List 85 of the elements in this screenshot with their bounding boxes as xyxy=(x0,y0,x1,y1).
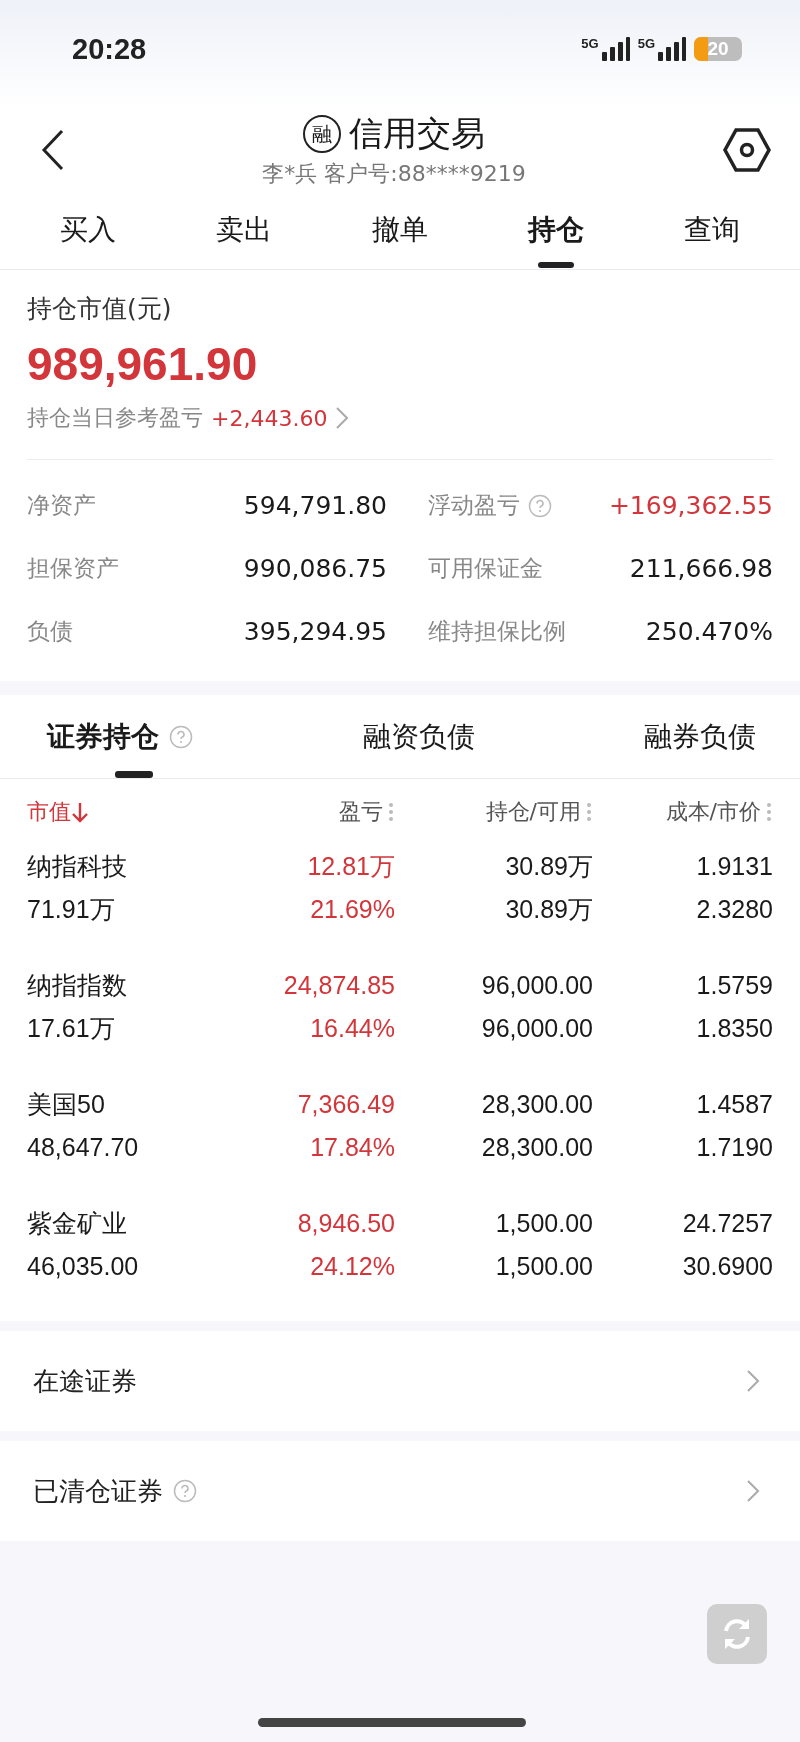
metric-label: 担保资产 xyxy=(27,554,119,583)
column-header[interactable]: 市值 xyxy=(27,797,89,827)
table-cell-text: 30.89万 xyxy=(504,851,593,882)
help-icon[interactable] xyxy=(173,1479,197,1503)
table-cell-text: 1.8350 xyxy=(695,1013,773,1044)
more-icon[interactable] xyxy=(585,801,593,823)
logo-badge: 融 xyxy=(303,115,341,153)
metric-value: 990,086.75 xyxy=(243,554,387,583)
table-cell-text: 1.7190 xyxy=(695,1132,773,1163)
table-cell-text: 30.6900 xyxy=(681,1251,773,1282)
metric-label: 浮动盈亏 xyxy=(428,491,520,520)
column-header[interactable]: 持仓/可用 xyxy=(485,797,581,827)
network-label: 5G xyxy=(637,36,655,51)
metric-value: +169,362.55 xyxy=(608,491,773,520)
table-cell-text: 美国50 xyxy=(27,1089,106,1120)
holdings-tab[interactable]: 融资负债 xyxy=(342,695,495,778)
nav-tab[interactable]: 查询 xyxy=(674,202,750,270)
table-cell-text: 1,500.00 xyxy=(494,1251,593,1282)
table-cell-text: 1.9131 xyxy=(695,851,773,882)
more-icon[interactable] xyxy=(387,801,395,823)
holdings-value-label: 持仓市值(元) xyxy=(27,293,173,325)
nav-tab[interactable]: 撤单 xyxy=(362,202,438,270)
status-time: 20:28 xyxy=(72,32,147,66)
metric-value: 250.470% xyxy=(645,617,773,646)
holdings-tab[interactable]: 证券持仓 xyxy=(27,695,213,778)
settings-button[interactable] xyxy=(722,127,772,173)
table-cell-text: 24.12% xyxy=(309,1251,395,1282)
column-header[interactable]: 盈亏 xyxy=(339,797,383,827)
nav-tab[interactable]: 持仓 xyxy=(518,202,594,270)
daily-pnl-value[interactable]: +2,443.60 xyxy=(211,405,328,431)
signal-icon xyxy=(656,36,686,62)
metric-label: 可用保证金 xyxy=(428,554,543,583)
battery-icon: 20 xyxy=(694,37,742,61)
table-cell-text: 1.5759 xyxy=(695,970,773,1001)
metric-label: 维持担保比例 xyxy=(428,617,566,646)
metric-label: 净资产 xyxy=(27,491,96,520)
more-icon[interactable] xyxy=(765,801,773,823)
table-cell-text: 7,366.49 xyxy=(296,1089,395,1120)
table-cell-text: 46,035.00 xyxy=(27,1251,140,1282)
table-cell-text: 1.4587 xyxy=(695,1089,773,1120)
table-cell-text: 纳指科技 xyxy=(27,851,128,882)
table-cell-text: 2.3280 xyxy=(695,894,773,925)
list-link[interactable]: 已清仓证券 xyxy=(0,1441,800,1541)
sort-down-icon xyxy=(71,800,89,824)
table-cell-text: 28,300.00 xyxy=(480,1132,593,1163)
table-cell-text: 8,946.50 xyxy=(296,1208,395,1239)
table-cell-text: 30.89万 xyxy=(504,894,593,925)
holdings-tab[interactable]: 融券负债 xyxy=(624,695,776,778)
help-icon[interactable] xyxy=(528,493,552,518)
table-cell-text: 71.91万 xyxy=(27,894,116,925)
refresh-button[interactable] xyxy=(707,1604,767,1664)
network-label: 5G xyxy=(581,36,599,51)
signal-icon xyxy=(599,36,630,62)
list-link[interactable]: 在途证券 xyxy=(0,1331,800,1431)
column-header[interactable]: 成本/市价 xyxy=(665,797,761,827)
table-cell-text: 1,500.00 xyxy=(494,1208,593,1239)
holdings-value: 989,961.90 xyxy=(27,337,259,391)
table-cell-text: 纳指指数 xyxy=(27,970,128,1001)
table-cell-text: 12.81万 xyxy=(306,851,395,882)
nav-tab[interactable]: 卖出 xyxy=(206,202,282,270)
table-cell-text: 28,300.00 xyxy=(480,1089,593,1120)
back-button[interactable] xyxy=(40,128,66,172)
chevron-right-icon xyxy=(746,1479,760,1503)
table-cell-text: 17.84% xyxy=(309,1132,395,1163)
account-subtitle: 李*兵 客户号:88****9219 xyxy=(262,160,526,188)
metric-value: 211,666.98 xyxy=(629,554,773,583)
table-cell-text: 48,647.70 xyxy=(27,1132,140,1163)
page-title: 信用交易 xyxy=(349,112,485,155)
table-cell-text: 21.69% xyxy=(309,894,395,925)
table-cell-text: 96,000.00 xyxy=(480,970,593,1001)
help-icon[interactable] xyxy=(169,724,193,749)
table-cell-text: 96,000.00 xyxy=(480,1013,593,1044)
metric-value: 395,294.95 xyxy=(243,617,387,646)
daily-pnl-label: 持仓当日参考盈亏 xyxy=(27,404,203,432)
table-cell-text: 紫金矿业 xyxy=(27,1208,128,1239)
table-cell-text: 24.7257 xyxy=(681,1208,773,1239)
chevron-right-icon xyxy=(746,1369,760,1393)
nav-tab[interactable]: 买入 xyxy=(50,202,126,270)
metric-value: 594,791.80 xyxy=(243,491,387,520)
table-cell-text: 17.61万 xyxy=(27,1013,116,1044)
chevron-right-icon xyxy=(335,406,350,430)
table-cell-text: 16.44% xyxy=(309,1013,395,1044)
table-cell-text: 24,874.85 xyxy=(282,970,395,1001)
metric-label: 负债 xyxy=(27,617,73,646)
home-indicator[interactable] xyxy=(258,1718,526,1727)
